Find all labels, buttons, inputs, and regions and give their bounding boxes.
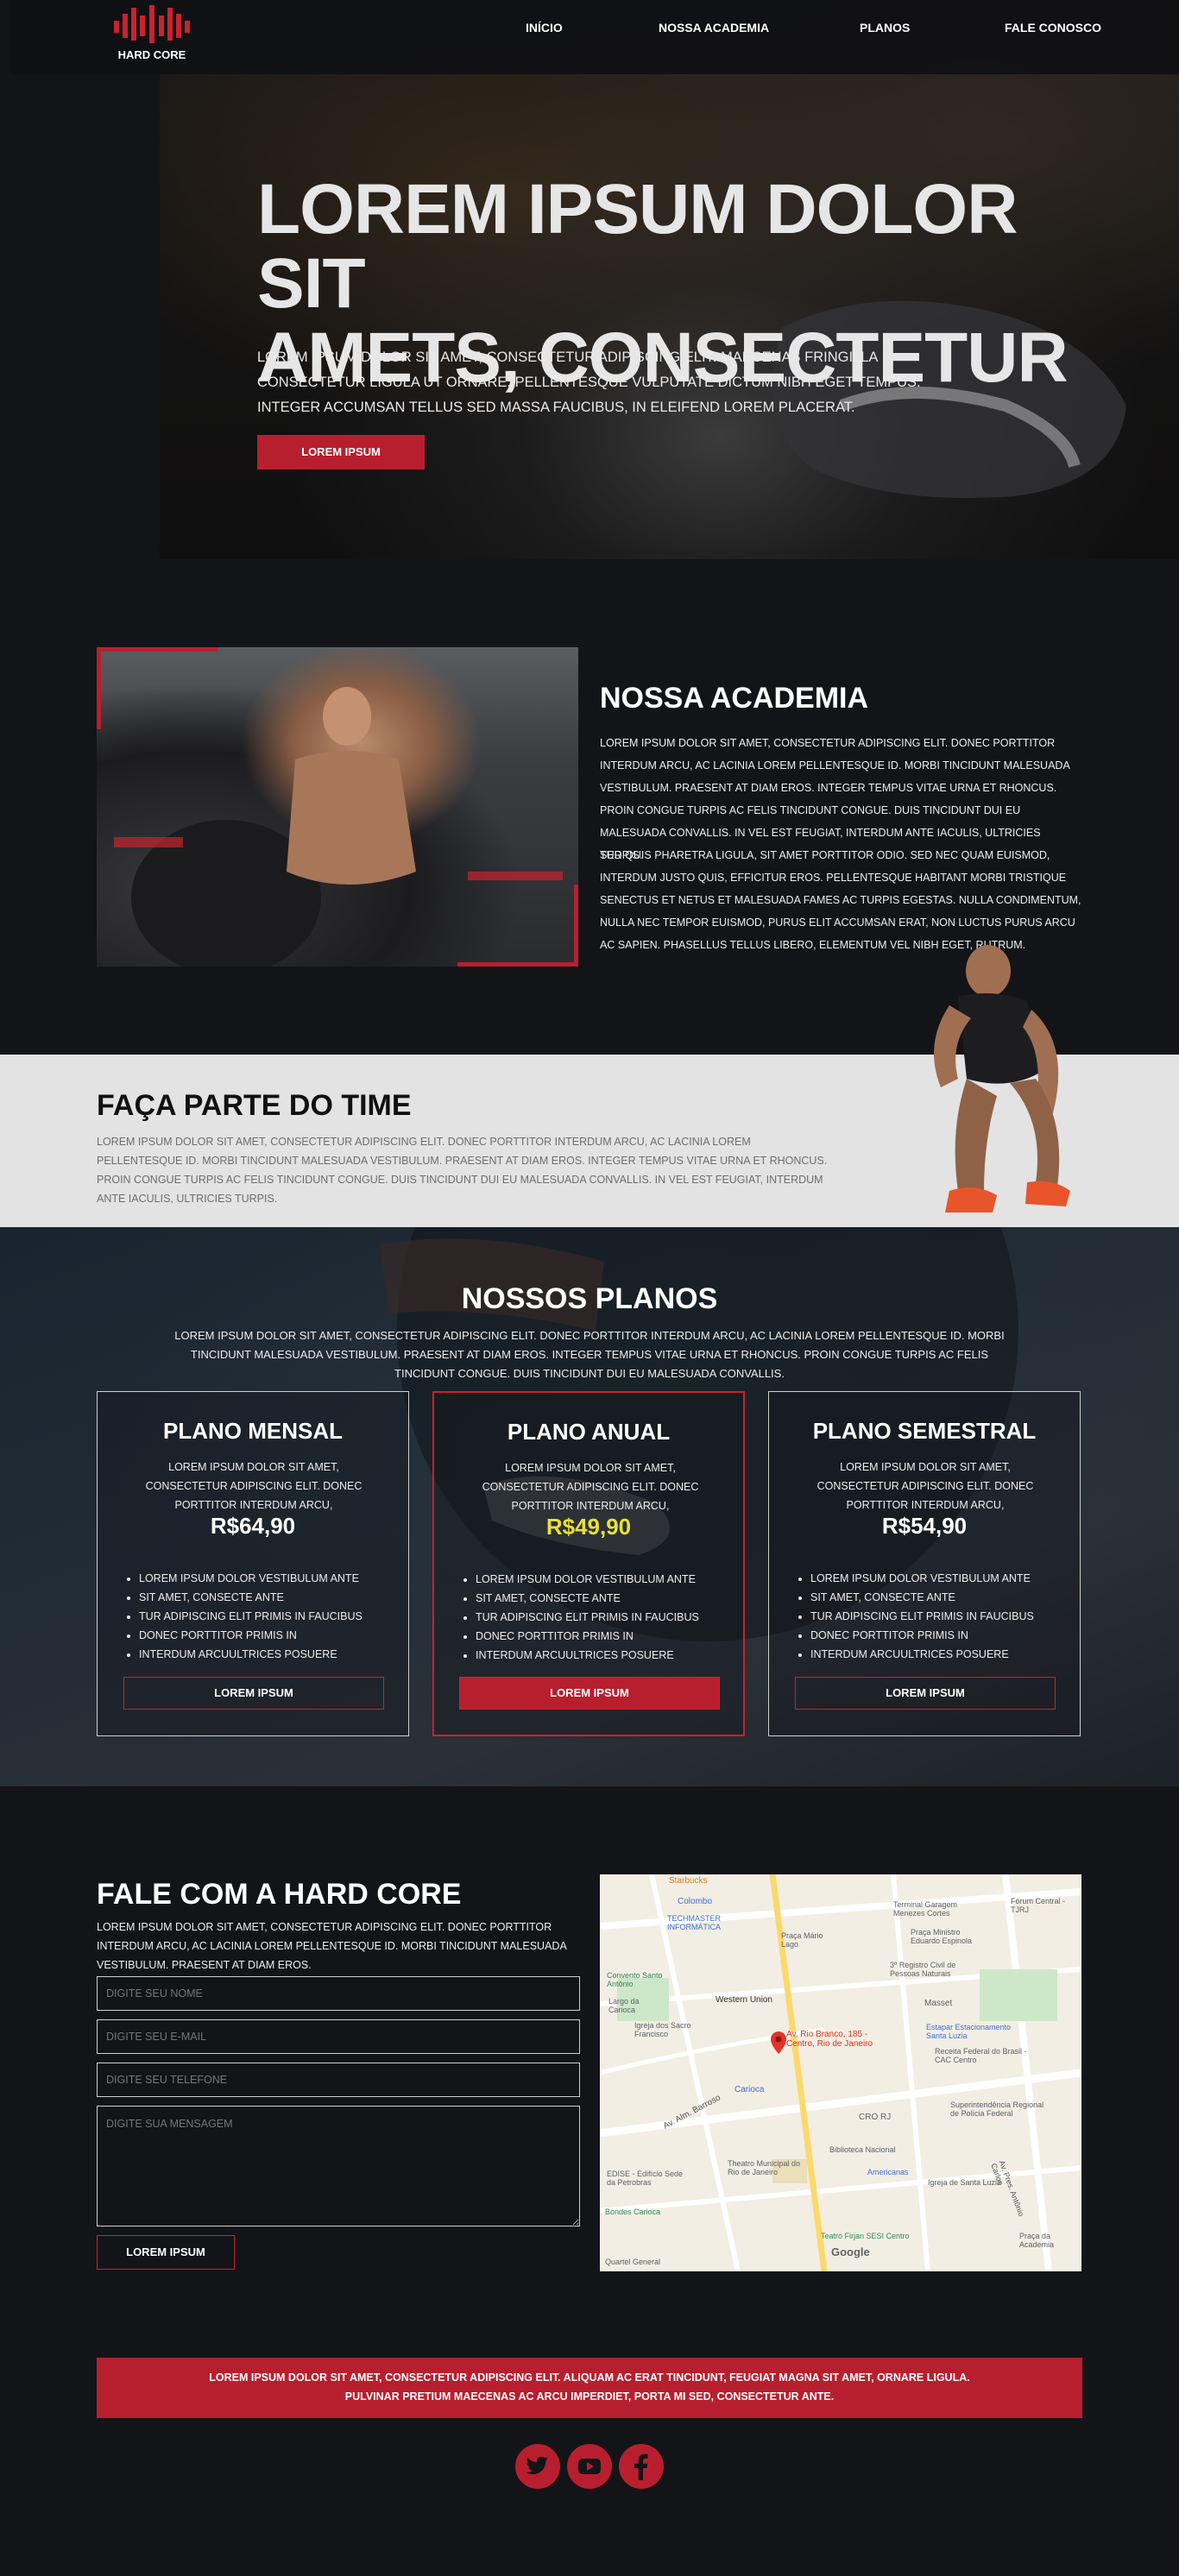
footer-line-2: PULVINAR PRETIUM MAECENAS AC ARCU IMPERD… [344, 2390, 835, 2403]
sound-wave-logo-icon [114, 5, 190, 43]
plan-feature: SIT AMET, CONSECTE ANTE [139, 1588, 363, 1607]
plan-feature-list: LOREM IPSUM DOLOR VESTIBULUM ANTE SIT AM… [810, 1569, 1034, 1664]
map-label: Colombo [678, 1897, 713, 1906]
contact-submit-button[interactable]: LOREM IPSUM [97, 2235, 235, 2270]
map-label: Praça da Academia [1019, 2232, 1055, 2249]
map-label: EDISE - Edifício Sede da Petrobras [607, 2170, 684, 2187]
photo-frame-corner [97, 647, 218, 729]
plan-price: R$49,90 [545, 1514, 632, 1540]
join-team-title: FAÇA PARTE DO TIME [97, 1089, 412, 1122]
twitter-icon[interactable] [515, 2444, 560, 2489]
map-label: Western Union [716, 1995, 772, 2005]
plan-feature: TUR ADIPISCING ELIT PRIMIS IN FAUCIBUS [810, 1607, 1034, 1626]
map-label: Starbucks [669, 1876, 708, 1886]
map-label: Convento Santo Antônio [607, 1971, 663, 1988]
plan-price: R$64,90 [210, 1513, 296, 1539]
map-label: Americanas [867, 2168, 909, 2176]
plan-feature: INTERDUM ARCUULTRICES POSUERE [139, 1645, 363, 1664]
nav-link-planos[interactable]: PLANOS [860, 21, 910, 35]
footer-line-1: LOREM IPSUM DOLOR SIT AMET, CONSECTETUR … [209, 2371, 970, 2384]
youtube-icon[interactable] [567, 2444, 612, 2489]
message-textarea[interactable] [97, 2106, 580, 2226]
map-label: Superintendência Regional de Polícia Fed… [950, 2100, 1044, 2118]
google-logo: Google [831, 2245, 870, 2258]
hero-cta-button[interactable]: LOREM IPSUM [257, 435, 425, 469]
plan-select-button[interactable]: LOREM IPSUM [795, 1677, 1056, 1710]
plan-description: LOREM IPSUM DOLOR SIT AMET, CONSECTETUR … [816, 1461, 1034, 1511]
plan-description: LOREM IPSUM DOLOR SIT AMET, CONSECTETUR … [145, 1461, 363, 1511]
map-label: Praça Ministro Eduardo Espinola [911, 1928, 973, 1945]
map-label: Quartel General [605, 2258, 661, 2266]
map-label: Theatro Municipal do Rio de Janeiro [728, 2159, 801, 2176]
map-label: Terminal Garagem Menezes Cortes [893, 1900, 958, 1918]
plan-feature: DONEC PORTTITOR PRIMIS IN [139, 1626, 363, 1645]
plan-select-button[interactable]: LOREM IPSUM [123, 1677, 384, 1710]
plan-name: PLANO MENSAL [163, 1418, 343, 1444]
academia-paragraph-2: SED QUIS PHARETRA LIGULA, SIT AMET PORTT… [600, 849, 1081, 951]
join-team-text: LOREM IPSUM DOLOR SIT AMET, CONSECTETUR … [97, 1136, 828, 1205]
plan-feature: LOREM IPSUM DOLOR VESTIBULUM ANTE [139, 1569, 363, 1588]
section-title-nossa-academia: NOSSA ACADEMIA [600, 682, 869, 715]
hard-core-logo[interactable]: HARD CORE [107, 5, 197, 66]
contact-description: LOREM IPSUM DOLOR SIT AMET, CONSECTETUR … [97, 1921, 567, 1971]
photo-frame-corner [457, 885, 578, 967]
plan-feature: INTERDUM ARCUULTRICES POSUERE [810, 1645, 1034, 1664]
plan-feature: TUR ADIPISCING ELIT PRIMIS IN FAUCIBUS [139, 1607, 363, 1626]
brand-name: HARD CORE [117, 48, 186, 61]
map-label: Fórum Central - TJRJ [1011, 1897, 1066, 1914]
plan-card-mensal: PLANO MENSAL LOREM IPSUM DOLOR SIT AMET,… [97, 1391, 409, 1736]
map-label: Bondes Carioca [605, 2208, 661, 2216]
plan-card-anual: PLANO ANUAL LOREM IPSUM DOLOR SIT AMET, … [432, 1391, 745, 1736]
plans-description: LOREM IPSUM DOLOR SIT AMET, CONSECTETUR … [174, 1329, 1005, 1380]
map-label: Biblioteca Nacional [829, 2145, 896, 2154]
map-label: Receita Federal do Brasil - CAC Centro [935, 2047, 1027, 2064]
plan-name: PLANO ANUAL [507, 1419, 671, 1445]
map-label: Teatro Firjan SESI Centro [821, 2232, 910, 2240]
name-input[interactable] [97, 1976, 580, 2011]
facebook-icon[interactable] [619, 2444, 664, 2489]
plans-section: NOSSOS PLANOS LOREM IPSUM DOLOR SIT AMET… [0, 1227, 1179, 1786]
top-navbar: HARD CORE INÍCIO NOSSA ACADEMIA PLANOS F… [10, 0, 1179, 74]
nav-link-fale-conosco[interactable]: FALE CONOSCO [1005, 21, 1101, 35]
map-label: Largo da Carioca [608, 1997, 640, 2014]
map-label: Masset [924, 1999, 953, 2008]
hero-description: LOREM IPSUM DOLOR SIT AMET, CONSECTETUR … [257, 350, 921, 415]
athlete-tying-shoe-image [934, 945, 1070, 1212]
footer-banner: LOREM IPSUM DOLOR SIT AMET, CONSECTETUR … [97, 2358, 1082, 2418]
plan-description: LOREM IPSUM DOLOR SIT AMET, CONSECTETUR … [482, 1462, 699, 1512]
plan-feature-list: LOREM IPSUM DOLOR VESTIBULUM ANTE SIT AM… [139, 1569, 363, 1664]
plan-name: PLANO SEMESTRAL [812, 1418, 1037, 1444]
plan-select-button[interactable]: LOREM IPSUM [459, 1677, 720, 1710]
plan-feature: LOREM IPSUM DOLOR VESTIBULUM ANTE [810, 1569, 1034, 1588]
map-label: CRO RJ [859, 2113, 892, 2122]
map-label: Av. Rio Branco, 185 - Centro, Rio de Jan… [786, 2030, 873, 2049]
plan-feature: TUR ADIPISCING ELIT PRIMIS IN FAUCIBUS [476, 1608, 699, 1627]
nav-link-inicio[interactable]: INÍCIO [526, 21, 563, 35]
plan-feature-list: LOREM IPSUM DOLOR VESTIBULUM ANTE SIT AM… [476, 1570, 699, 1665]
contact-title: FALE COM A HARD CORE [97, 1878, 462, 1911]
plan-feature: INTERDUM ARCUULTRICES POSUERE [476, 1646, 699, 1665]
map-label: Praça Mário Lago [781, 1931, 823, 1949]
nav-link-nossa-academia[interactable]: NOSSA ACADEMIA [659, 21, 769, 35]
plans-title: NOSSOS PLANOS [461, 1282, 718, 1315]
map-label: Carioca [735, 2085, 765, 2094]
map-label: 3º Registro Civil de Pessoas Naturais [890, 1961, 956, 1978]
email-input[interactable] [97, 2019, 580, 2054]
plan-price: R$54,90 [881, 1513, 968, 1539]
map-pin-icon [771, 2031, 786, 2054]
plan-feature: DONEC PORTTITOR PRIMIS IN [476, 1627, 699, 1646]
map-label: Estapar Estacionamento Santa Luzia [926, 2023, 1012, 2040]
plan-feature: SIT AMET, CONSECTE ANTE [476, 1589, 699, 1608]
plan-feature: DONEC PORTTITOR PRIMIS IN [810, 1626, 1034, 1645]
map-label: TECHMASTER INFORMÁTICA [667, 1914, 722, 1931]
plan-feature: SIT AMET, CONSECTE ANTE [810, 1588, 1034, 1607]
plan-feature: LOREM IPSUM DOLOR VESTIBULUM ANTE [476, 1570, 699, 1589]
plan-card-semestral: PLANO SEMESTRAL LOREM IPSUM DOLOR SIT AM… [768, 1391, 1081, 1736]
phone-input[interactable] [97, 2063, 580, 2097]
google-map-embed[interactable]: Starbucks Colombo TECHMASTER INFORMÁTICA… [600, 1874, 1081, 2271]
map-label: Igreja dos Sacro Francisco [634, 2021, 691, 2038]
